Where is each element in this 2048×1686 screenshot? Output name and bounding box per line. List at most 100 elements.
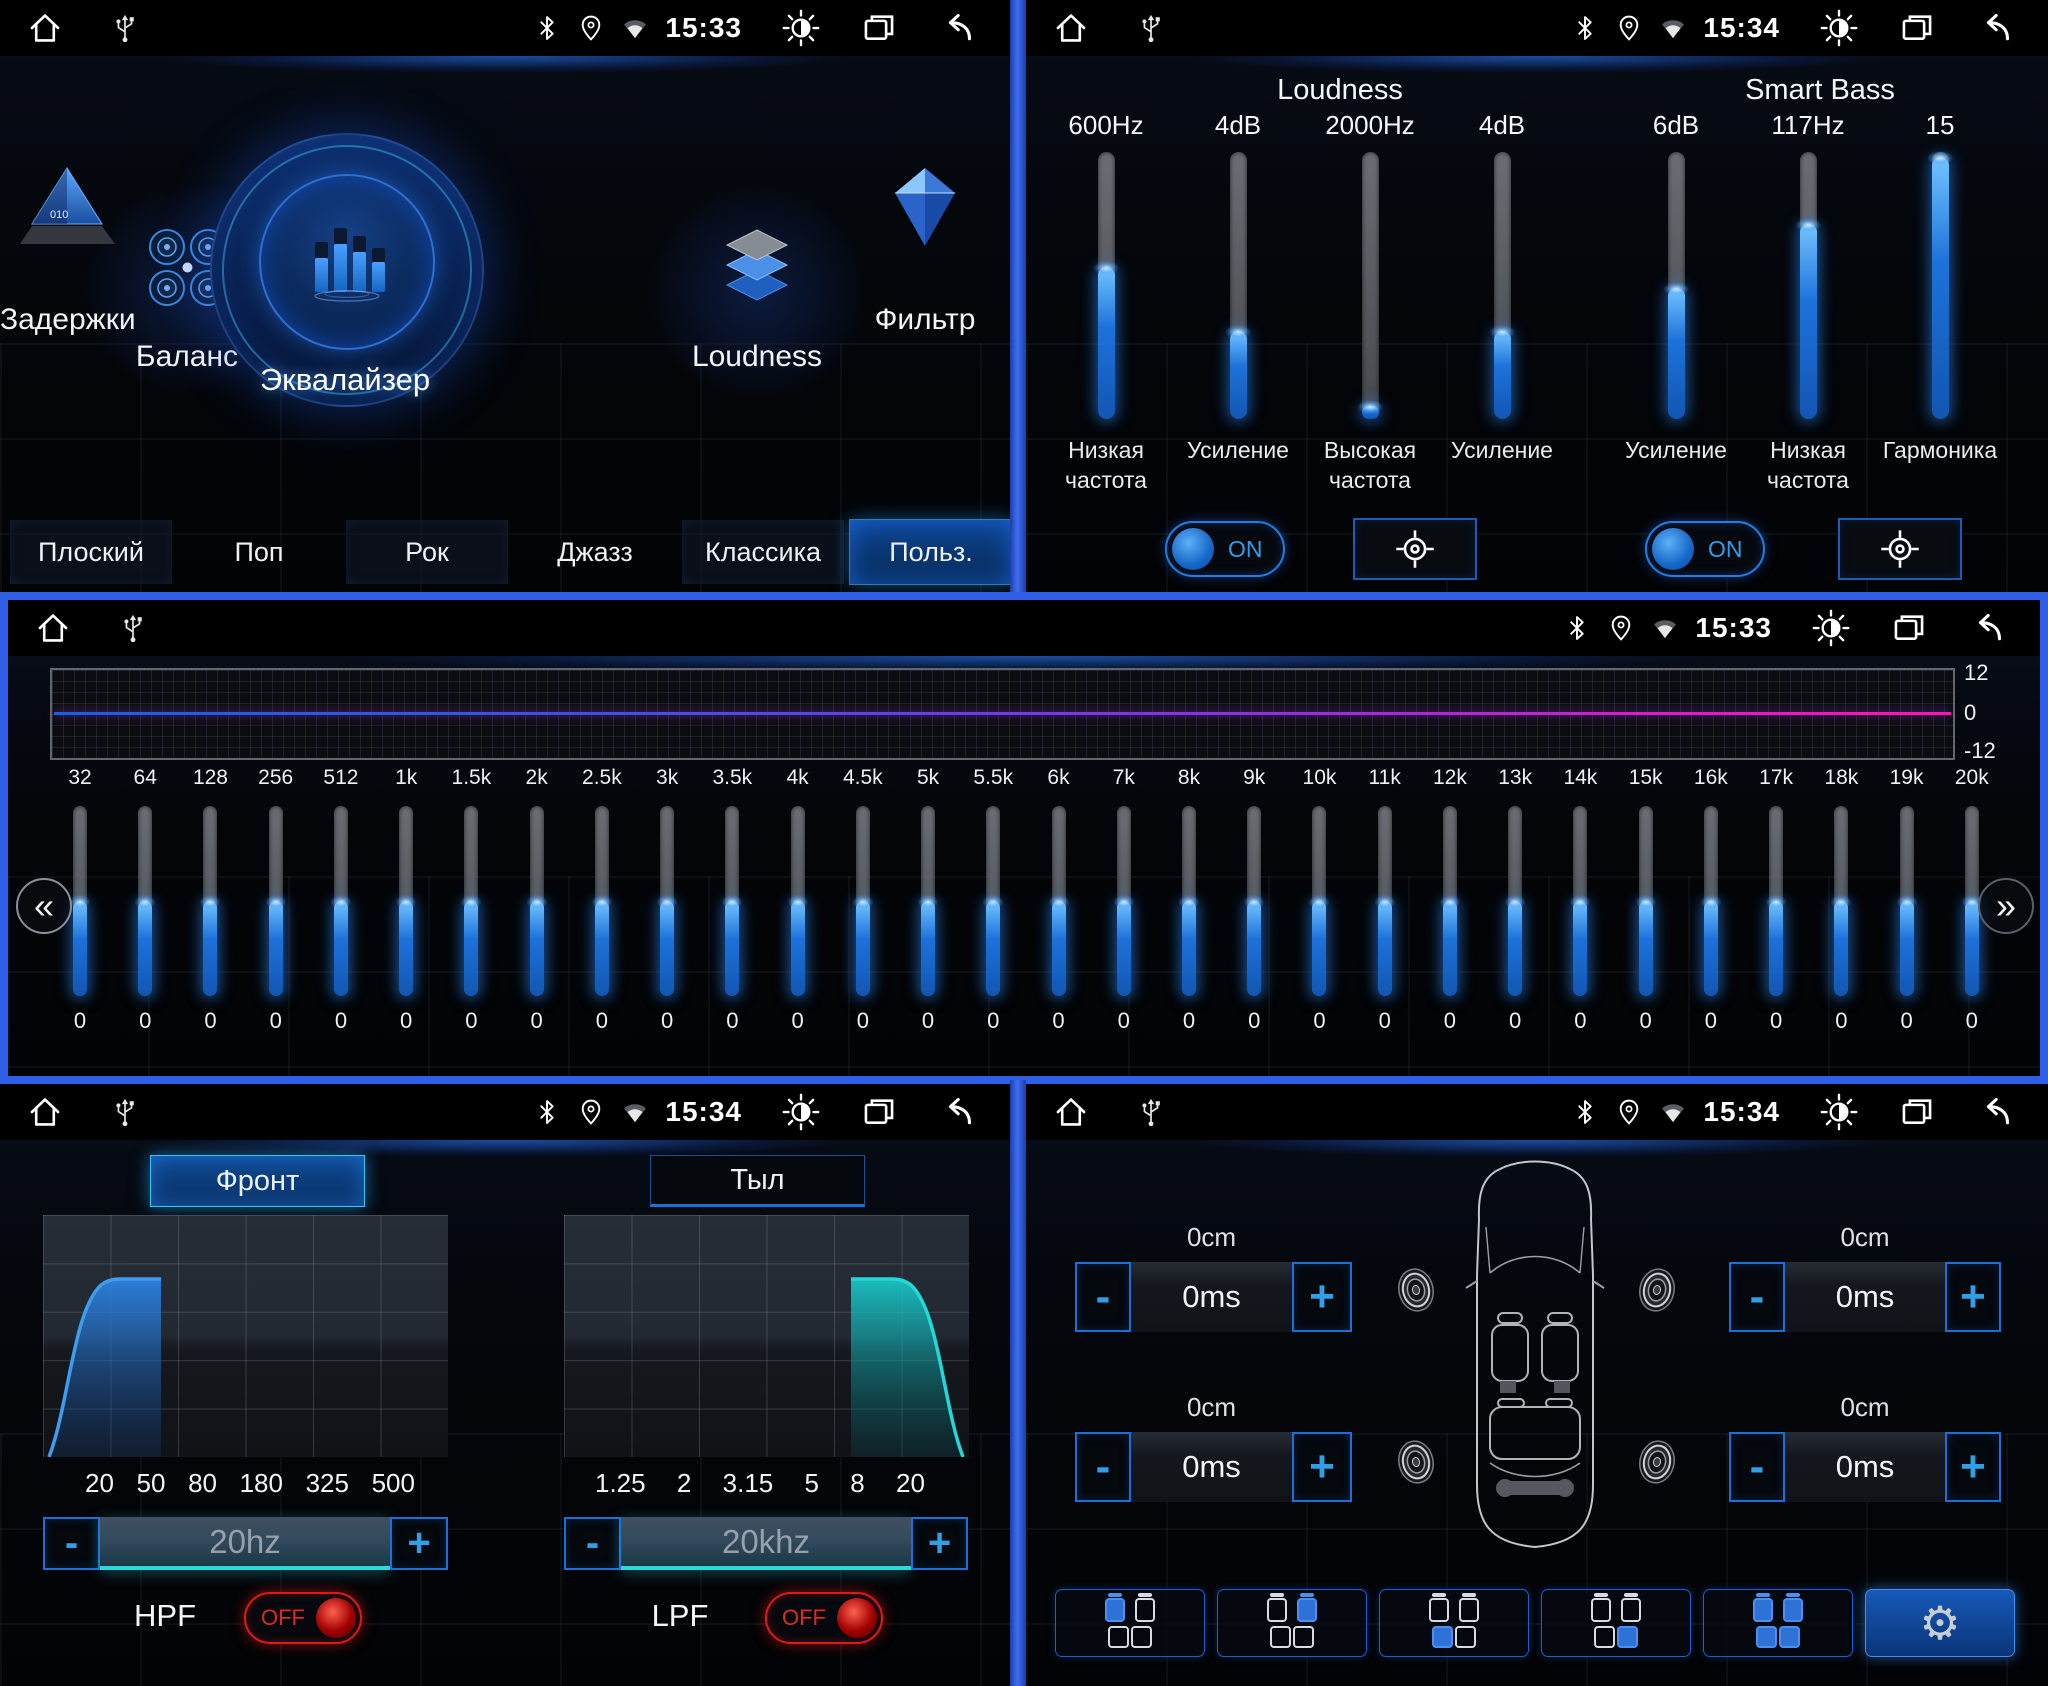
eq-band[interactable]: 1k 0 <box>384 766 428 1034</box>
home-icon[interactable] <box>26 1093 64 1131</box>
recent-apps-icon[interactable] <box>860 9 898 47</box>
smartbass-reset-button[interactable] <box>1838 518 1962 580</box>
brightness-icon[interactable] <box>1820 9 1858 47</box>
seat-config-button[interactable] <box>1703 1589 1853 1657</box>
band-track[interactable] <box>1508 806 1522 996</box>
brightness-icon[interactable] <box>782 1093 820 1131</box>
preset-button[interactable]: Рок <box>346 520 508 584</box>
recent-apps-icon[interactable] <box>1898 9 1936 47</box>
eq-band[interactable]: 3.5k 0 <box>710 766 754 1034</box>
delay-plus-button[interactable]: + <box>1945 1432 2001 1502</box>
home-icon[interactable] <box>1052 1093 1090 1131</box>
eq-band[interactable]: 2k 0 <box>515 766 559 1034</box>
slider-track[interactable] <box>1098 152 1115 419</box>
eq-band[interactable]: 128 0 <box>188 766 232 1034</box>
eq-band[interactable]: 4.5k 0 <box>841 766 885 1034</box>
parameter-slider[interactable]: 600Hz Низкая частота <box>1040 110 1172 495</box>
eq-band[interactable]: 4k 0 <box>776 766 820 1034</box>
band-track[interactable] <box>530 806 544 996</box>
eq-band[interactable]: 19k 0 <box>1885 766 1929 1034</box>
recent-apps-icon[interactable] <box>860 1093 898 1131</box>
band-track[interactable] <box>1965 806 1979 996</box>
eq-band[interactable]: 6k 0 <box>1037 766 1081 1034</box>
parameter-slider[interactable]: 4dB Усиление <box>1172 110 1304 495</box>
home-icon[interactable] <box>34 609 72 647</box>
band-track[interactable] <box>660 806 674 996</box>
delay-plus-button[interactable]: + <box>1292 1432 1352 1502</box>
tab-rear[interactable]: Тыл <box>650 1155 865 1207</box>
layers-icon[interactable] <box>715 222 800 307</box>
back-icon[interactable] <box>938 9 976 47</box>
band-track[interactable] <box>1573 806 1587 996</box>
lpf-plus-button[interactable]: + <box>911 1517 968 1570</box>
delay-minus-button[interactable]: - <box>1075 1432 1131 1502</box>
eq-band[interactable]: 64 0 <box>123 766 167 1034</box>
slider-track[interactable] <box>1668 152 1685 419</box>
band-track[interactable] <box>595 806 609 996</box>
band-track[interactable] <box>1378 806 1392 996</box>
band-track[interactable] <box>856 806 870 996</box>
home-icon[interactable] <box>1052 9 1090 47</box>
home-icon[interactable] <box>26 9 64 47</box>
preset-button[interactable]: Джазз <box>514 520 676 584</box>
brightness-icon[interactable] <box>1812 609 1850 647</box>
recent-apps-icon[interactable] <box>1898 1093 1936 1131</box>
smartbass-toggle[interactable]: ON <box>1645 521 1765 577</box>
preset-button[interactable]: Польз. <box>850 520 1010 584</box>
seat-config-button[interactable] <box>1217 1589 1367 1657</box>
band-track[interactable] <box>1052 806 1066 996</box>
menu-item-delays[interactable]: Задержки <box>0 303 132 337</box>
loudness-toggle[interactable]: ON <box>1165 521 1285 577</box>
band-track[interactable] <box>1639 806 1653 996</box>
band-track[interactable] <box>1247 806 1261 996</box>
scroll-right-button[interactable]: » <box>1978 878 2034 934</box>
eq-band[interactable]: 512 0 <box>319 766 363 1034</box>
preset-button[interactable]: Классика <box>682 520 844 584</box>
eq-band[interactable]: 16k 0 <box>1689 766 1733 1034</box>
hpf-toggle[interactable]: OFF <box>244 1592 362 1644</box>
hpf-plus-button[interactable]: + <box>390 1517 448 1570</box>
slider-track[interactable] <box>1932 152 1949 419</box>
pyramid-icon[interactable]: 010 <box>20 160 115 260</box>
slider-track[interactable] <box>1494 152 1511 419</box>
band-track[interactable] <box>1443 806 1457 996</box>
eq-band[interactable]: 5k 0 <box>906 766 950 1034</box>
preset-button[interactable]: Плоский <box>10 520 172 584</box>
seat-config-button[interactable] <box>1379 1589 1529 1657</box>
band-track[interactable] <box>791 806 805 996</box>
eq-band[interactable]: 17k 0 <box>1754 766 1798 1034</box>
delay-plus-button[interactable]: + <box>1945 1262 2001 1332</box>
band-track[interactable] <box>334 806 348 996</box>
band-track[interactable] <box>1117 806 1131 996</box>
band-track[interactable] <box>269 806 283 996</box>
band-track[interactable] <box>138 806 152 996</box>
band-track[interactable] <box>203 806 217 996</box>
preset-button[interactable]: Поп <box>178 520 340 584</box>
parameter-slider[interactable]: 2000Hz Высокая частота <box>1304 110 1436 495</box>
eq-band[interactable]: 8k 0 <box>1167 766 1211 1034</box>
eq-band[interactable]: 256 0 <box>254 766 298 1034</box>
hpf-minus-button[interactable]: - <box>43 1517 100 1570</box>
band-track[interactable] <box>399 806 413 996</box>
band-track[interactable] <box>1704 806 1718 996</box>
eq-band[interactable]: 14k 0 <box>1558 766 1602 1034</box>
seat-config-button[interactable] <box>1055 1589 1205 1657</box>
back-icon[interactable] <box>1976 9 2014 47</box>
parameter-slider[interactable]: 117Hz Низкая частота <box>1742 110 1874 495</box>
parameter-slider[interactable]: 6dB Усиление <box>1610 110 1742 495</box>
delay-minus-button[interactable]: - <box>1075 1262 1131 1332</box>
tab-front[interactable]: Фронт <box>150 1155 365 1207</box>
brightness-icon[interactable] <box>1820 1093 1858 1131</box>
seat-config-button[interactable]: ⚙ <box>1865 1589 2015 1657</box>
eq-band[interactable]: 3k 0 <box>645 766 689 1034</box>
parameter-slider[interactable]: 15 Гармоника <box>1874 110 2006 495</box>
slider-track[interactable] <box>1362 152 1379 419</box>
eq-band[interactable]: 5.5k 0 <box>971 766 1015 1034</box>
eq-band[interactable]: 1.5k 0 <box>449 766 493 1034</box>
band-track[interactable] <box>1834 806 1848 996</box>
delay-minus-button[interactable]: - <box>1729 1262 1785 1332</box>
menu-item-loudness[interactable]: Loudness <box>685 340 829 374</box>
lpf-toggle[interactable]: OFF <box>765 1592 883 1644</box>
band-track[interactable] <box>986 806 1000 996</box>
recent-apps-icon[interactable] <box>1890 609 1928 647</box>
